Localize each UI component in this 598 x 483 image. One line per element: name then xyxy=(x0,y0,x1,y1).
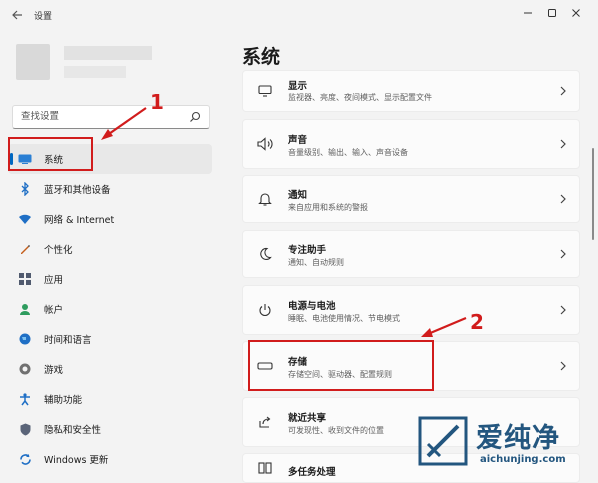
annotation-number-2: 2 xyxy=(470,310,484,334)
gaming-icon xyxy=(18,362,32,376)
card-subtitle: 音量级别、输出、输入、声音设备 xyxy=(288,148,408,157)
multitask-icon xyxy=(257,460,273,476)
sidebar-nav: 系统 蓝牙和其他设备 网络 & Internet 个性化 应用 帐户 时间和语言… xyxy=(8,144,212,474)
sidebar-item-label: 时间和语言 xyxy=(44,335,92,346)
pen-icon xyxy=(18,242,32,256)
maximize-icon xyxy=(548,9,556,17)
minimize-icon xyxy=(524,12,532,14)
monitor-icon xyxy=(257,83,273,99)
sidebar-item-bluetooth[interactable]: 蓝牙和其他设备 xyxy=(8,174,212,204)
card-title: 电源与电池 xyxy=(288,301,336,312)
avatar[interactable] xyxy=(16,44,50,80)
sidebar-item-label: 辅助功能 xyxy=(44,395,83,406)
close-button[interactable] xyxy=(564,2,588,24)
close-icon xyxy=(572,9,580,17)
scrollbar[interactable] xyxy=(592,148,594,240)
accessibility-icon xyxy=(18,392,32,406)
settings-card-display[interactable]: 显示 监视器、亮度、夜间模式、显示配置文件 xyxy=(242,70,580,112)
back-arrow-icon[interactable] xyxy=(10,8,24,22)
apps-icon xyxy=(18,272,32,286)
card-subtitle: 可发现性、收到文件的位置 xyxy=(288,426,384,435)
sidebar-item-network[interactable]: 网络 & Internet xyxy=(8,204,212,234)
watermark-text: 爱纯净 xyxy=(476,423,560,454)
page-title: 系统 xyxy=(242,46,281,68)
bell-icon xyxy=(257,191,273,207)
card-title: 声音 xyxy=(288,135,308,146)
speaker-icon xyxy=(257,136,273,152)
sidebar-item-label: 游戏 xyxy=(44,365,64,376)
sidebar-item-label: 隐私和安全性 xyxy=(44,425,102,436)
card-title: 专注助手 xyxy=(288,245,327,256)
settings-card-sound[interactable]: 声音 音量级别、输出、输入、声音设备 xyxy=(242,119,580,169)
sidebar-item-label: 应用 xyxy=(44,275,64,286)
watermark-url: aichunjing.com xyxy=(480,454,566,465)
settings-card-notifications[interactable]: 通知 来自应用和系统的警报 xyxy=(242,175,580,223)
shield-icon xyxy=(18,422,32,436)
card-title: 显示 xyxy=(288,81,308,92)
sidebar-item-privacy[interactable]: 隐私和安全性 xyxy=(8,414,212,444)
sidebar-item-time-language[interactable]: 时间和语言 xyxy=(8,324,212,354)
profile-email-blurred xyxy=(64,66,126,78)
sidebar-item-label: 网络 & Internet xyxy=(44,215,115,226)
sidebar-item-label: 帐户 xyxy=(44,305,64,316)
share-icon xyxy=(257,414,273,430)
chevron-right-icon xyxy=(560,361,566,371)
card-subtitle: 通知、自动规则 xyxy=(288,258,344,267)
card-subtitle: 监视器、亮度、夜间模式、显示配置文件 xyxy=(288,93,432,102)
wifi-icon xyxy=(18,212,32,226)
card-title: 通知 xyxy=(288,190,308,201)
sidebar-item-personalization[interactable]: 个性化 xyxy=(8,234,212,264)
sidebar-item-windows-update[interactable]: Windows 更新 xyxy=(8,444,212,474)
annotation-box-system xyxy=(8,137,93,171)
sidebar-item-label: 蓝牙和其他设备 xyxy=(44,185,111,196)
annotation-arrow-1-head xyxy=(101,129,113,140)
sidebar-item-accounts[interactable]: 帐户 xyxy=(8,294,212,324)
power-icon xyxy=(257,302,273,318)
title-bar: 设置 xyxy=(0,0,598,30)
card-subtitle: 睡眠、电池使用情况、节电模式 xyxy=(288,314,400,323)
search-box[interactable] xyxy=(12,105,210,129)
window-controls xyxy=(516,2,588,24)
card-subtitle: 来自应用和系统的警报 xyxy=(288,203,368,212)
search-icon[interactable] xyxy=(189,111,201,123)
sidebar-item-gaming[interactable]: 游戏 xyxy=(8,354,212,384)
chevron-right-icon xyxy=(560,305,566,315)
watermark: 爱纯净 aichunjing.com xyxy=(412,410,592,470)
bluetooth-icon xyxy=(18,182,32,196)
sidebar-item-apps[interactable]: 应用 xyxy=(8,264,212,294)
annotation-number-1: 1 xyxy=(150,90,164,114)
minimize-button[interactable] xyxy=(516,2,540,24)
settings-card-focus-assist[interactable]: 专注助手 通知、自动规则 xyxy=(242,230,580,278)
window-title: 设置 xyxy=(34,12,53,22)
card-title: 就近共享 xyxy=(288,413,327,424)
sidebar-item-label: Windows 更新 xyxy=(44,455,109,466)
annotation-box-storage xyxy=(248,340,434,391)
globe-icon xyxy=(18,332,32,346)
chevron-right-icon xyxy=(560,194,566,204)
settings-card-power-battery[interactable]: 电源与电池 睡眠、电池使用情况、节电模式 xyxy=(242,285,580,335)
account-icon xyxy=(18,302,32,316)
maximize-button[interactable] xyxy=(540,2,564,24)
sidebar-item-label: 个性化 xyxy=(44,245,73,256)
chevron-right-icon xyxy=(560,86,566,96)
moon-icon xyxy=(257,246,273,262)
chevron-right-icon xyxy=(560,139,566,149)
sidebar-item-accessibility[interactable]: 辅助功能 xyxy=(8,384,212,414)
card-title: 多任务处理 xyxy=(288,467,336,478)
profile-name-blurred xyxy=(64,46,152,60)
update-icon xyxy=(18,452,32,466)
chevron-right-icon xyxy=(560,249,566,259)
watermark-logo-icon xyxy=(418,416,468,466)
